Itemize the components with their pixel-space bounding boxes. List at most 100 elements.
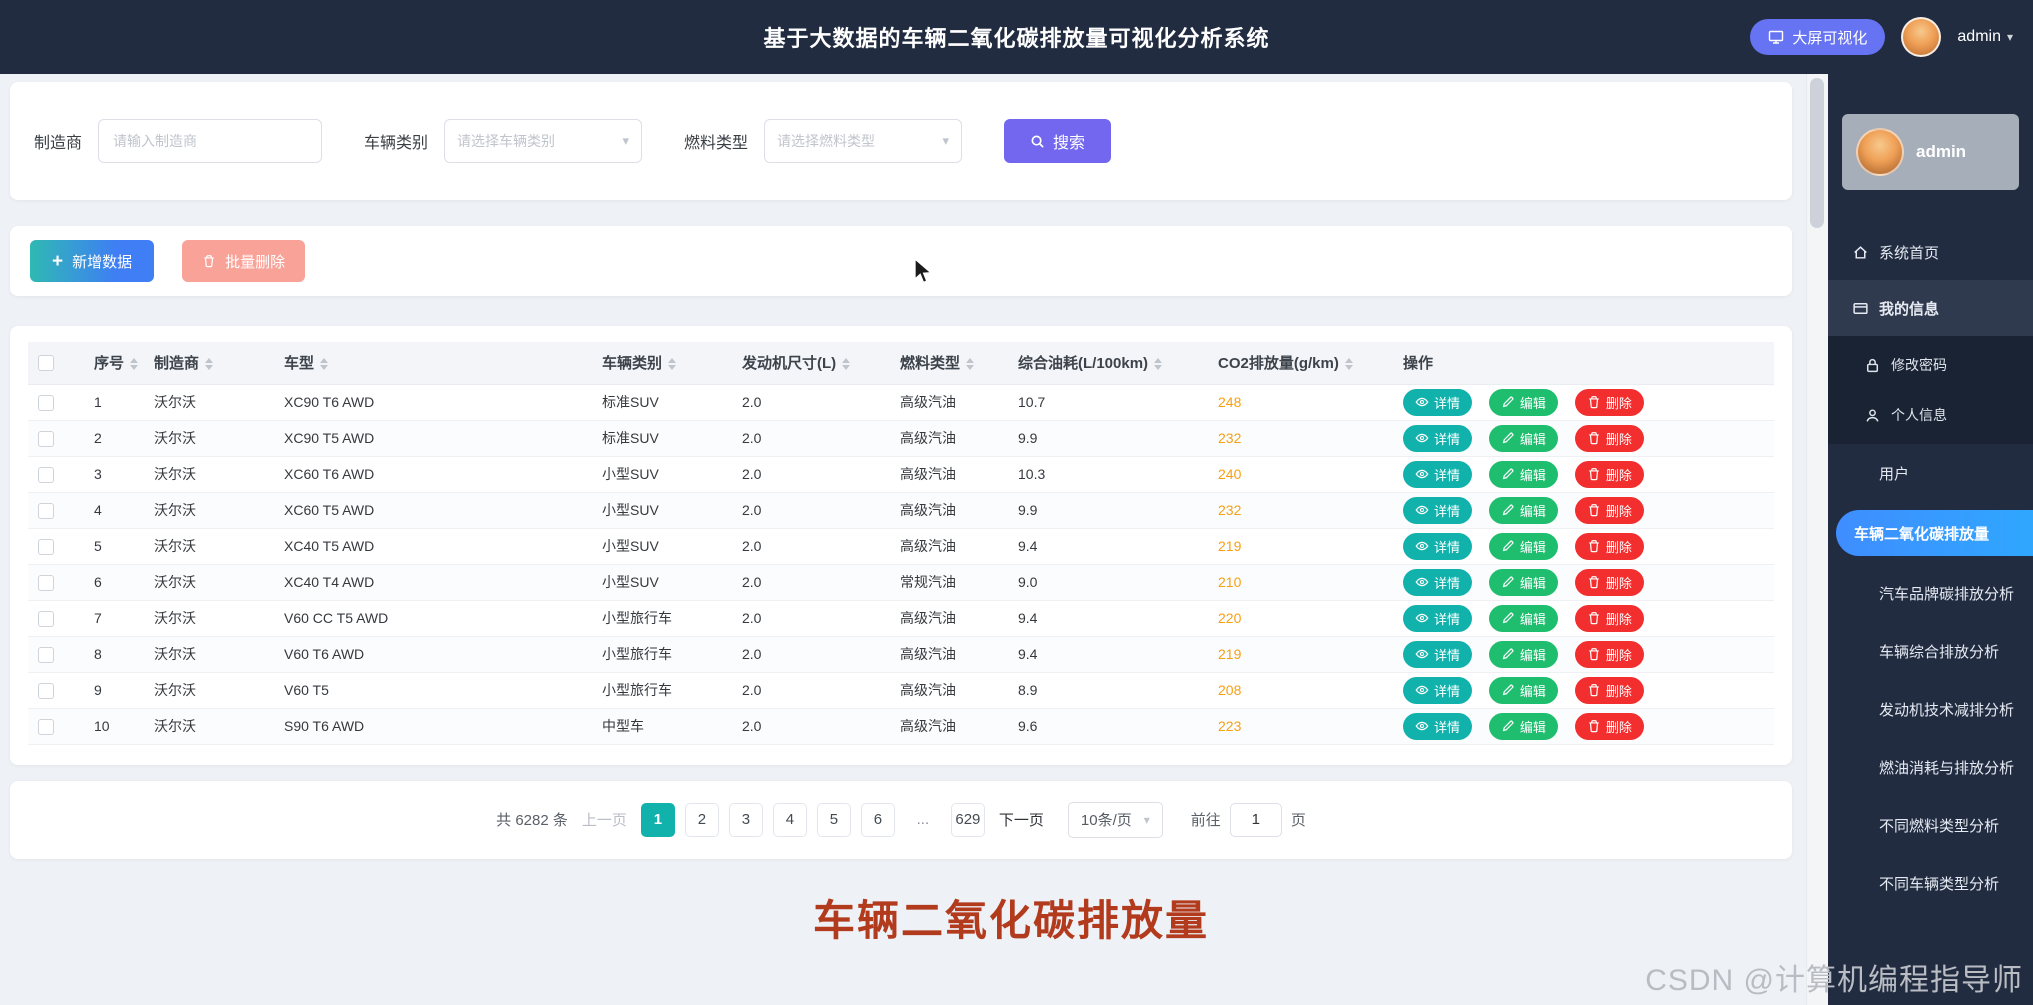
detail-button[interactable]: 详情: [1403, 425, 1472, 452]
sort-carets-icon[interactable]: [1345, 358, 1353, 370]
col-header-model[interactable]: 车型: [274, 342, 592, 384]
sidebar-item-change-password[interactable]: 修改密码: [1828, 340, 2033, 390]
prev-page-button[interactable]: 上一页: [582, 809, 627, 830]
detail-button[interactable]: 详情: [1403, 389, 1472, 416]
page-size-value: 10条/页: [1081, 809, 1132, 830]
edit-button[interactable]: 编辑: [1489, 389, 1558, 416]
row-checkbox[interactable]: [38, 503, 54, 519]
delete-button[interactable]: 删除: [1575, 713, 1644, 740]
page-button-last[interactable]: 629: [951, 803, 985, 837]
sidebar-menu: 系统首页 我的信息 修改密码 个人信息 用户 车: [1828, 224, 2033, 912]
row-checkbox[interactable]: [38, 539, 54, 555]
detail-button[interactable]: 详情: [1403, 533, 1472, 560]
edit-button[interactable]: 编辑: [1489, 533, 1558, 560]
edit-button[interactable]: 编辑: [1489, 605, 1558, 632]
col-header-index[interactable]: 序号: [84, 342, 144, 384]
detail-button[interactable]: 详情: [1403, 569, 1472, 596]
sidebar-item-comprehensive-analysis[interactable]: 车辆综合排放分析: [1828, 622, 2033, 680]
delete-button[interactable]: 删除: [1575, 425, 1644, 452]
page-button-2[interactable]: 2: [685, 803, 719, 837]
col-header-category[interactable]: 车辆类别: [592, 342, 732, 384]
sidebar-item-brand-analysis[interactable]: 汽车品牌碳排放分析: [1828, 564, 2033, 622]
edit-button[interactable]: 编辑: [1489, 569, 1558, 596]
detail-button[interactable]: 详情: [1403, 641, 1472, 668]
row-checkbox[interactable]: [38, 467, 54, 483]
row-checkbox[interactable]: [38, 431, 54, 447]
sidebar-item-label: 车辆综合排放分析: [1879, 641, 1999, 662]
sort-carets-icon[interactable]: [668, 358, 676, 370]
detail-button[interactable]: 详情: [1403, 713, 1472, 740]
edit-button[interactable]: 编辑: [1489, 497, 1558, 524]
page-size-select[interactable]: 10条/页 ▾: [1068, 802, 1163, 838]
sidebar-item-fuel-consumption-analysis[interactable]: 燃油消耗与排放分析: [1828, 738, 2033, 796]
user-menu[interactable]: admin ▾: [1957, 28, 2013, 46]
add-data-button[interactable]: + 新增数据: [30, 240, 154, 282]
fuel-select[interactable]: 请选择燃料类型 ▾: [764, 119, 962, 163]
sort-carets-icon[interactable]: [842, 358, 850, 370]
scrollbar-thumb[interactable]: [1810, 78, 1824, 228]
detail-button[interactable]: 详情: [1403, 677, 1472, 704]
edit-button[interactable]: 编辑: [1489, 641, 1558, 668]
col-header-fuel-type[interactable]: 燃料类型: [890, 342, 1008, 384]
category-select[interactable]: 请选择车辆类别 ▾: [444, 119, 642, 163]
delete-button[interactable]: 删除: [1575, 569, 1644, 596]
scrollbar[interactable]: [1806, 74, 1828, 1005]
sort-carets-icon[interactable]: [130, 358, 138, 370]
col-header-manufacturer[interactable]: 制造商: [144, 342, 274, 384]
sidebar-item-vehicle-co2[interactable]: 车辆二氧化碳排放量: [1836, 510, 2033, 556]
sidebar-item-my-info[interactable]: 我的信息: [1828, 280, 2033, 336]
page-button-6[interactable]: 6: [861, 803, 895, 837]
edit-button[interactable]: 编辑: [1489, 677, 1558, 704]
edit-button[interactable]: 编辑: [1489, 461, 1558, 488]
category-placeholder: 请选择车辆类别: [457, 131, 555, 151]
sidebar-item-profile[interactable]: 个人信息: [1828, 390, 2033, 440]
manufacturer-input[interactable]: [98, 119, 322, 163]
col-header-consumption[interactable]: 综合油耗(L/100km): [1008, 342, 1208, 384]
user-avatar[interactable]: [1901, 17, 1941, 57]
sidebar-item-fuel-type-analysis[interactable]: 不同燃料类型分析: [1828, 796, 2033, 854]
sort-carets-icon[interactable]: [1154, 358, 1162, 370]
cell-co2: 219: [1208, 636, 1393, 672]
sidebar-avatar[interactable]: [1856, 128, 1904, 176]
col-header-co2[interactable]: CO2排放量(g/km): [1208, 342, 1393, 384]
batch-delete-button[interactable]: 批量删除: [182, 240, 305, 282]
sort-carets-icon[interactable]: [320, 358, 328, 370]
sidebar-item-engine-analysis[interactable]: 发动机技术减排分析: [1828, 680, 2033, 738]
next-page-button[interactable]: 下一页: [999, 809, 1044, 830]
sidebar-item-users[interactable]: 用户: [1828, 444, 2033, 502]
page-button-3[interactable]: 3: [729, 803, 763, 837]
cell-actions: 详情 编辑 删除: [1393, 636, 1774, 672]
more-pages-button[interactable]: ...: [909, 811, 937, 828]
sidebar-item-vehicle-type-analysis[interactable]: 不同车辆类型分析: [1828, 854, 2033, 912]
row-checkbox[interactable]: [38, 719, 54, 735]
row-checkbox[interactable]: [38, 683, 54, 699]
search-button[interactable]: 搜索: [1004, 119, 1111, 163]
detail-button[interactable]: 详情: [1403, 605, 1472, 632]
row-checkbox[interactable]: [38, 575, 54, 591]
sidebar-item-home[interactable]: 系统首页: [1828, 224, 2033, 280]
select-all-checkbox[interactable]: [38, 355, 54, 371]
goto-page-input[interactable]: [1230, 803, 1282, 837]
row-checkbox[interactable]: [38, 611, 54, 627]
delete-button[interactable]: 删除: [1575, 389, 1644, 416]
edit-button[interactable]: 编辑: [1489, 713, 1558, 740]
sort-carets-icon[interactable]: [205, 358, 213, 370]
delete-button[interactable]: 删除: [1575, 641, 1644, 668]
delete-button[interactable]: 删除: [1575, 605, 1644, 632]
row-checkbox[interactable]: [38, 395, 54, 411]
delete-button[interactable]: 删除: [1575, 677, 1644, 704]
sort-carets-icon[interactable]: [966, 358, 974, 370]
col-label-fuel-type: 燃料类型: [900, 355, 960, 372]
page-button-4[interactable]: 4: [773, 803, 807, 837]
edit-button[interactable]: 编辑: [1489, 425, 1558, 452]
big-screen-button[interactable]: 大屏可视化: [1750, 19, 1885, 55]
detail-button[interactable]: 详情: [1403, 497, 1472, 524]
page-button-1[interactable]: 1: [641, 803, 675, 837]
delete-button[interactable]: 删除: [1575, 497, 1644, 524]
page-button-5[interactable]: 5: [817, 803, 851, 837]
delete-button[interactable]: 删除: [1575, 461, 1644, 488]
detail-button[interactable]: 详情: [1403, 461, 1472, 488]
row-checkbox[interactable]: [38, 647, 54, 663]
col-header-engine-size[interactable]: 发动机尺寸(L): [732, 342, 890, 384]
delete-button[interactable]: 删除: [1575, 533, 1644, 560]
